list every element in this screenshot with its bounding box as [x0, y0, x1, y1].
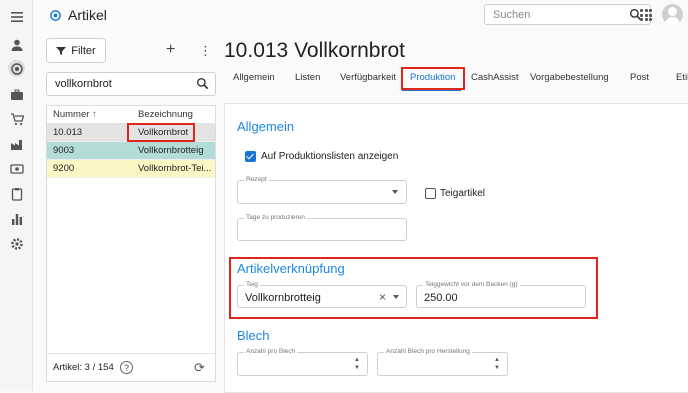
produktionslisten-checkbox[interactable]: [245, 151, 256, 162]
tab-vorgabebestellung[interactable]: Vorgabebestellung: [530, 72, 609, 83]
column-bezeichnung[interactable]: Bezeichnung: [132, 109, 215, 120]
filter-button[interactable]: Filter: [46, 38, 106, 63]
top-bar: Artikel Suchen: [33, 0, 688, 30]
teigartikel-checkbox[interactable]: [425, 188, 436, 199]
teigartikel-label: Teigartikel: [440, 188, 486, 199]
list-item[interactable]: 9200 Vollkornbrot-Tei...: [47, 160, 215, 178]
refresh-icon[interactable]: ⟳: [194, 360, 205, 376]
rezept-select[interactable]: Rezept: [237, 176, 407, 204]
tab-verfuegbarkeit[interactable]: Verfügbarkeit: [340, 72, 396, 83]
bar-chart-icon[interactable]: [8, 210, 25, 227]
article-list: Nummer ↑ Bezeichnung 10.013 Vollkornbrot…: [46, 105, 216, 382]
apps-grid-icon[interactable]: [640, 9, 652, 21]
section-allgemein: Allgemein: [237, 119, 295, 134]
chevron-down-icon[interactable]: [392, 190, 398, 194]
briefcase-icon[interactable]: [8, 86, 25, 103]
stepper-arrows-icon[interactable]: ▲ ▼: [354, 356, 360, 372]
global-search-input[interactable]: Suchen: [484, 4, 651, 25]
sort-ascending-icon[interactable]: ↑: [92, 109, 97, 120]
article-icon[interactable]: [8, 60, 25, 77]
stepper-arrows-icon[interactable]: ▲ ▼: [494, 356, 500, 372]
list-item[interactable]: 9003 Vollkornbrotteig: [47, 142, 215, 160]
factory-icon[interactable]: [8, 135, 25, 152]
app-title: Artikel: [49, 7, 107, 23]
anzahl-herstellung-stepper[interactable]: Anzahl Blech pro Herstellung ▲ ▼: [377, 348, 508, 376]
list-search-input[interactable]: vollkornbrot: [46, 72, 216, 96]
section-blech: Blech: [237, 328, 270, 343]
menu-icon[interactable]: [8, 8, 25, 25]
app-title-label: Artikel: [68, 7, 107, 23]
clipboard-icon[interactable]: [8, 185, 25, 202]
search-placeholder: Suchen: [493, 9, 531, 21]
more-vert-icon[interactable]: ⋮: [199, 43, 212, 59]
list-header: Nummer ↑ Bezeichnung: [47, 106, 215, 124]
help-icon[interactable]: ?: [120, 361, 133, 374]
avatar[interactable]: [662, 4, 683, 25]
filter-icon: [56, 46, 67, 55]
gear-icon[interactable]: [8, 235, 25, 252]
production-card: Allgemein Auf Produktionslisten anzeigen…: [224, 103, 688, 393]
list-count: Artikel: 3 / 154: [53, 362, 114, 373]
produktionslisten-label: Auf Produktionslisten anzeigen: [261, 151, 399, 162]
tab-listen[interactable]: Listen: [295, 72, 320, 83]
tab-post[interactable]: Post: [630, 72, 649, 83]
tab-cashassist[interactable]: CashAssist: [471, 72, 519, 83]
article-logo-icon: [50, 9, 61, 21]
column-nummer[interactable]: Nummer ↑: [47, 109, 132, 120]
page-title: 10.013 Vollkornbrot: [224, 39, 405, 62]
highlight-box: [127, 123, 195, 142]
add-icon[interactable]: +: [166, 41, 175, 59]
list-search-value: vollkornbrot: [55, 78, 112, 90]
list-footer: Artikel: 3 / 154 ? ⟳: [47, 353, 215, 381]
highlight-box: [229, 257, 598, 319]
search-icon[interactable]: [196, 77, 209, 90]
tab-etik[interactable]: Etik: [676, 72, 688, 83]
tab-allgemein[interactable]: Allgemein: [233, 72, 275, 83]
cash-icon[interactable]: [8, 160, 25, 177]
anzahl-blech-stepper[interactable]: Anzahl pro Blech ▲ ▼: [237, 348, 368, 376]
nav-rail: [0, 0, 33, 391]
filter-label: Filter: [71, 44, 96, 57]
person-icon[interactable]: [8, 36, 25, 53]
cart-icon[interactable]: [8, 110, 25, 127]
highlight-box: [401, 67, 465, 90]
tage-input[interactable]: Tage zu produzieren: [237, 214, 407, 241]
